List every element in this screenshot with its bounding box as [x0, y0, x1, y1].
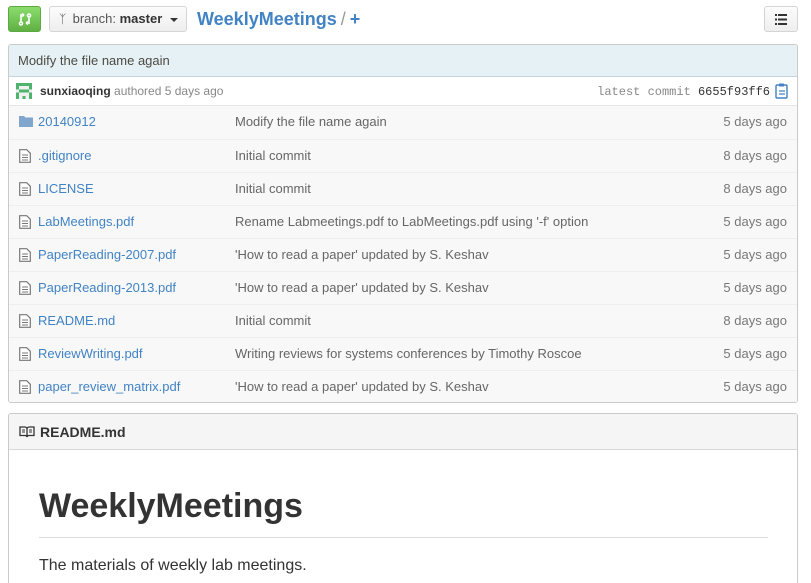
file-table: Modify the file name again sunxiaoqing a… — [8, 44, 798, 403]
file-row: paper_review_matrix.pdf 'How to read a pa… — [9, 370, 797, 402]
repo-toolbar: ᛉ branch: master WeeklyMeetings / + — [8, 6, 798, 34]
file-row: PaperReading-2013.pdf 'How to read a pape… — [9, 271, 797, 304]
compare-icon — [18, 12, 32, 26]
file-name-link[interactable]: LabMeetings.pdf — [38, 206, 134, 238]
author-link[interactable]: sunxiaoqing — [40, 84, 111, 98]
commit-meta: sunxiaoqing authored 5 days ago latest c… — [9, 77, 797, 106]
file-age: 5 days ago — [723, 114, 787, 129]
chevron-down-icon — [169, 17, 178, 22]
file-commit-message[interactable]: Writing reviews for systems conferences … — [235, 338, 582, 370]
branch-selector[interactable]: ᛉ branch: master — [49, 6, 187, 32]
file-name-link[interactable]: PaperReading-2007.pdf — [38, 239, 176, 271]
list-icon — [775, 14, 787, 25]
file-icon — [19, 380, 31, 397]
file-commit-message[interactable]: Initial commit — [235, 140, 311, 172]
path-separator: / — [340, 9, 346, 29]
file-commit-message[interactable]: Initial commit — [235, 305, 311, 337]
file-name-link[interactable]: paper_review_matrix.pdf — [38, 371, 180, 402]
file-row: 20140912 Modify the file name again 5 days… — [9, 106, 797, 139]
list-view-button[interactable] — [764, 6, 798, 32]
clipboard-icon[interactable] — [775, 83, 788, 99]
readme-header: README.md — [9, 414, 797, 450]
readme-heading: WeeklyMeetings — [39, 483, 768, 538]
file-name-link[interactable]: .gitignore — [38, 140, 91, 172]
file-icon — [19, 281, 31, 298]
readme-panel: README.md WeeklyMeetings The materials o… — [8, 413, 798, 583]
file-icon — [19, 314, 31, 331]
avatar[interactable] — [16, 83, 32, 99]
file-row: ReviewWriting.pdf Writing reviews for sys… — [9, 337, 797, 370]
file-age: 5 days ago — [723, 247, 787, 262]
file-icon — [19, 182, 31, 199]
file-commit-message[interactable]: 'How to read a paper' updated by S. Kesh… — [235, 239, 489, 271]
file-commit-message[interactable]: Modify the file name again — [235, 106, 387, 138]
repo-link[interactable]: WeeklyMeetings — [197, 9, 337, 29]
file-commit-message[interactable]: 'How to read a paper' updated by S. Kesh… — [235, 272, 489, 304]
book-icon — [19, 426, 35, 438]
file-row: LICENSE Initial commit 8 days ago — [9, 172, 797, 205]
file-age: 5 days ago — [723, 214, 787, 229]
latest-commit: latest commit 6655f93ff6 — [597, 77, 770, 107]
add-file-link[interactable]: + — [350, 9, 361, 29]
file-icon — [19, 347, 31, 364]
folder-icon — [19, 115, 33, 130]
file-name-link[interactable]: 20140912 — [38, 106, 96, 138]
commit-sha-link[interactable]: 6655f93ff6 — [698, 85, 770, 99]
file-age: 8 days ago — [723, 313, 787, 328]
compare-button[interactable] — [8, 6, 41, 32]
file-row: PaperReading-2007.pdf 'How to read a pape… — [9, 238, 797, 271]
file-row: README.md Initial commit 8 days ago — [9, 304, 797, 337]
readme-content: WeeklyMeetings The materials of weekly l… — [9, 483, 797, 577]
commit-author: sunxiaoqing authored 5 days ago — [40, 77, 223, 106]
file-row: .gitignore Initial commit 8 days ago — [9, 139, 797, 172]
file-name-link[interactable]: LICENSE — [38, 173, 94, 205]
file-age: 5 days ago — [723, 379, 787, 394]
branch-icon: ᛉ — [59, 12, 67, 26]
branch-label: branch: — [72, 11, 116, 26]
file-commit-message[interactable]: Rename Labmeetings.pdf to LabMeetings.pd… — [235, 206, 588, 238]
file-age: 8 days ago — [723, 148, 787, 163]
breadcrumb: WeeklyMeetings / + — [197, 7, 360, 31]
file-name-link[interactable]: ReviewWriting.pdf — [38, 338, 143, 370]
file-commit-message[interactable]: Initial commit — [235, 173, 311, 205]
file-icon — [19, 215, 31, 232]
file-age: 5 days ago — [723, 280, 787, 295]
latest-commit-label: latest commit — [597, 85, 691, 99]
file-icon — [19, 248, 31, 265]
file-row: LabMeetings.pdf Rename Labmeetings.pdf to… — [9, 205, 797, 238]
file-icon — [19, 149, 31, 166]
readme-text: The materials of weekly lab meetings. — [39, 557, 307, 574]
file-name-link[interactable]: README.md — [38, 305, 115, 337]
file-age: 8 days ago — [723, 181, 787, 196]
file-age: 5 days ago — [723, 346, 787, 361]
authored-time: authored 5 days ago — [114, 84, 224, 98]
commit-message[interactable]: Modify the file name again — [9, 45, 797, 77]
readme-title: README.md — [40, 424, 126, 440]
branch-value: master — [119, 11, 163, 26]
file-commit-message[interactable]: 'How to read a paper' updated by S. Kesh… — [235, 371, 489, 402]
file-name-link[interactable]: PaperReading-2013.pdf — [38, 272, 176, 304]
